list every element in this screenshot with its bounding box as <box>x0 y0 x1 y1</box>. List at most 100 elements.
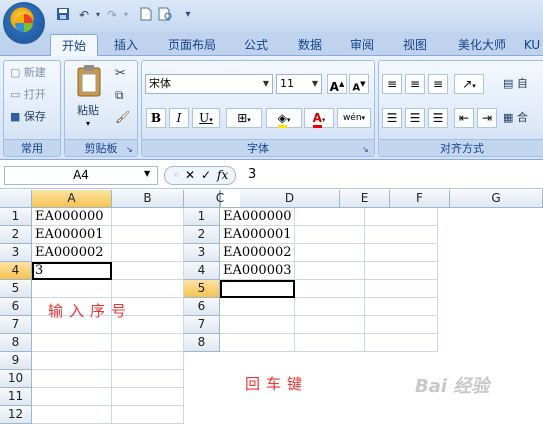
font-launcher-icon[interactable]: ↘ <box>362 145 369 154</box>
cell2-e4[interactable] <box>295 262 365 280</box>
row-header[interactable]: 6 <box>0 298 32 316</box>
orientation-icon[interactable]: ↗▾ <box>454 74 484 94</box>
wrap-text-button[interactable]: ▤ 自 <box>503 75 543 93</box>
row-header[interactable]: 3 <box>0 244 32 262</box>
cell2-e5[interactable] <box>295 280 365 298</box>
tab-formulas[interactable]: 公式 <box>236 34 276 56</box>
column-header-c[interactable]: C <box>200 190 240 208</box>
row-header[interactable]: 2 <box>0 226 32 244</box>
cell2-f8[interactable] <box>365 334 438 352</box>
row-header-2[interactable]: 5 <box>184 280 220 298</box>
cell-b11[interactable] <box>112 388 184 406</box>
underline-button[interactable]: U▾ <box>192 108 220 128</box>
row-header-2[interactable]: 1 <box>184 208 220 226</box>
grow-font-button[interactable]: A▲ <box>327 74 347 94</box>
increase-indent-icon[interactable]: ⇥ <box>477 108 497 128</box>
name-box-dropdown-icon[interactable]: ▼ <box>144 169 150 178</box>
align-left-icon[interactable]: ☰ <box>382 108 402 128</box>
align-bottom-icon[interactable]: ≡ <box>428 74 448 94</box>
row-header[interactable]: 12 <box>0 406 32 424</box>
align-top-icon[interactable]: ≡ <box>382 74 402 94</box>
row-header[interactable]: 11 <box>0 388 32 406</box>
cell2-d8[interactable] <box>220 334 295 352</box>
fill-color-button[interactable]: ◈▾ <box>266 108 302 128</box>
cell2-d7[interactable] <box>220 316 295 334</box>
row-header-2[interactable]: 6 <box>184 298 220 316</box>
cell-a9[interactable] <box>32 352 112 370</box>
cell2-e8[interactable] <box>295 334 365 352</box>
cell-b2[interactable] <box>112 226 184 244</box>
column-header-e[interactable]: E <box>340 190 390 208</box>
insert-function-icon[interactable]: fx <box>217 167 228 184</box>
column-header-g[interactable]: G <box>450 190 543 208</box>
clipboard-launcher-icon[interactable]: ↘ <box>126 145 133 154</box>
cell-b3[interactable] <box>112 244 184 262</box>
cell-a5[interactable] <box>32 280 112 298</box>
save-button[interactable]: ■ 保存 <box>10 108 46 126</box>
align-right-icon[interactable]: ☰ <box>428 108 448 128</box>
new-button[interactable]: ▢ 新建 <box>10 64 46 82</box>
row-header[interactable]: 5 <box>0 280 32 298</box>
cell-b5[interactable] <box>112 280 184 298</box>
tab-data[interactable]: 数据 <box>290 34 330 56</box>
cell2-d1[interactable]: EA000000 <box>220 208 295 226</box>
cell2-f2[interactable] <box>365 226 438 244</box>
tab-beautify[interactable]: 美化大师 <box>450 34 514 56</box>
cell-a4[interactable]: 3 <box>32 262 112 280</box>
row-header[interactable]: 10 <box>0 370 32 388</box>
font-size-combo[interactable]: 11 ▼ <box>276 74 322 94</box>
floppy-icon[interactable] <box>55 7 71 23</box>
cell-b9[interactable] <box>112 352 184 370</box>
tab-ku[interactable]: KU <box>520 34 543 56</box>
cell2-d2[interactable]: EA000001 <box>220 226 295 244</box>
column-header-f[interactable]: F <box>390 190 450 208</box>
cell2-e3[interactable] <box>295 244 365 262</box>
format-painter-icon[interactable]: 🖌 <box>115 110 130 124</box>
formula-input[interactable]: 3 <box>248 166 256 185</box>
merge-button[interactable]: ▦ 合 <box>503 109 543 127</box>
new-doc-icon[interactable] <box>138 7 154 23</box>
name-box[interactable]: A4 <box>4 166 158 185</box>
cell2-f4[interactable] <box>365 262 438 280</box>
redo-dropdown-icon[interactable]: ▾ <box>118 7 134 23</box>
select-all-corner[interactable] <box>0 190 32 208</box>
row-header-2[interactable]: 7 <box>184 316 220 334</box>
cell-b12[interactable] <box>112 406 184 424</box>
tab-insert[interactable]: 插入 <box>106 34 146 56</box>
qa-more[interactable]: ▾ <box>180 7 196 23</box>
shrink-font-button[interactable]: A▼ <box>349 74 369 94</box>
row-header[interactable]: 8 <box>0 334 32 352</box>
cell-b1[interactable] <box>112 208 184 226</box>
cell2-e7[interactable] <box>295 316 365 334</box>
align-center-icon[interactable]: ☰ <box>405 108 425 128</box>
cell-a8[interactable] <box>32 334 112 352</box>
paste-button[interactable]: 粘贴 ▾ <box>74 64 106 132</box>
cell2-f5[interactable] <box>365 280 438 298</box>
cell2-e6[interactable] <box>295 298 365 316</box>
cell2-d3[interactable]: EA000002 <box>220 244 295 262</box>
tab-review[interactable]: 审阅 <box>342 34 382 56</box>
italic-button[interactable]: I <box>169 108 189 128</box>
row-header-2[interactable]: 8 <box>184 334 220 352</box>
cell2-d5[interactable] <box>220 280 295 298</box>
row-header[interactable]: 4 <box>0 262 32 280</box>
cancel-icon[interactable]: ✕ <box>185 167 195 184</box>
row-header-2[interactable]: 3 <box>184 244 220 262</box>
preview-icon[interactable] <box>158 7 174 23</box>
row-header-2[interactable]: 4 <box>184 262 220 280</box>
open-button[interactable]: ▭ 打开 <box>10 86 46 104</box>
office-button[interactable] <box>3 2 45 44</box>
row-header-2[interactable]: 2 <box>184 226 220 244</box>
cell-b8[interactable] <box>112 334 184 352</box>
cell2-d4[interactable]: EA000003 <box>220 262 295 280</box>
tab-home[interactable]: 开始 <box>50 34 98 56</box>
cell-a11[interactable] <box>32 388 112 406</box>
cell-a1[interactable]: EA000000 <box>32 208 112 226</box>
cut-icon[interactable]: ✂ <box>115 66 126 81</box>
column-header-b[interactable]: B <box>112 190 184 208</box>
column-header-a[interactable]: A <box>32 190 112 208</box>
border-button[interactable]: ⊞▾ <box>226 108 262 128</box>
enter-icon[interactable]: ✓ <box>201 167 211 184</box>
row-header[interactable]: 1 <box>0 208 32 226</box>
cell2-f7[interactable] <box>365 316 438 334</box>
